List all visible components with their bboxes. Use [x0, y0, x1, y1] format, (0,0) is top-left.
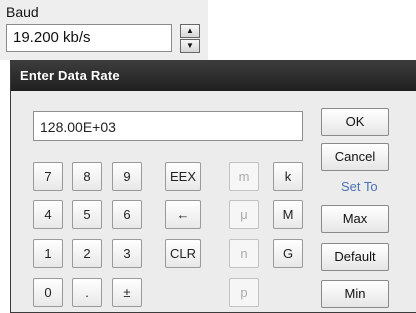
key-6[interactable]: 6 [112, 200, 142, 229]
key-3[interactable]: 3 [112, 239, 142, 268]
key-9[interactable]: 9 [112, 162, 142, 191]
key-2[interactable]: 2 [72, 239, 102, 268]
enter-data-rate-dialog: Enter Data Rate 128.00E+03 7 8 9 4 5 6 1… [10, 60, 416, 313]
key-1[interactable]: 1 [33, 239, 63, 268]
spin-up-button[interactable]: ▲ [180, 24, 200, 38]
key-pico: p [229, 278, 259, 307]
key-eex[interactable]: EEX [165, 162, 201, 191]
key-7[interactable]: 7 [33, 162, 63, 191]
key-mega[interactable]: M [273, 200, 303, 229]
key-0[interactable]: 0 [33, 278, 63, 307]
key-5[interactable]: 5 [72, 200, 102, 229]
backspace-icon[interactable]: ← [165, 200, 201, 229]
baud-field[interactable]: 19.200 kb/s [6, 24, 172, 52]
spin-down-button[interactable]: ▼ [180, 39, 200, 53]
key-8[interactable]: 8 [72, 162, 102, 191]
default-button[interactable]: Default [321, 243, 389, 271]
key-nano: n [229, 239, 259, 268]
ok-button[interactable]: OK [321, 108, 389, 136]
set-to-label: Set To [341, 179, 378, 194]
key-4[interactable]: 4 [33, 200, 63, 229]
dialog-title: Enter Data Rate [11, 61, 416, 91]
baud-label: Baud [6, 4, 39, 20]
key-kilo[interactable]: k [273, 162, 303, 191]
key-clr[interactable]: CLR [165, 239, 201, 268]
key-milli: m [229, 162, 259, 191]
key-micro: μ [229, 200, 259, 229]
cancel-button[interactable]: Cancel [321, 143, 389, 171]
max-button[interactable]: Max [321, 205, 389, 233]
key-giga[interactable]: G [273, 239, 303, 268]
key-sign[interactable]: ± [112, 278, 142, 307]
data-rate-input[interactable]: 128.00E+03 [33, 111, 303, 141]
key-decimal[interactable]: . [72, 278, 102, 307]
min-button[interactable]: Min [321, 280, 389, 308]
